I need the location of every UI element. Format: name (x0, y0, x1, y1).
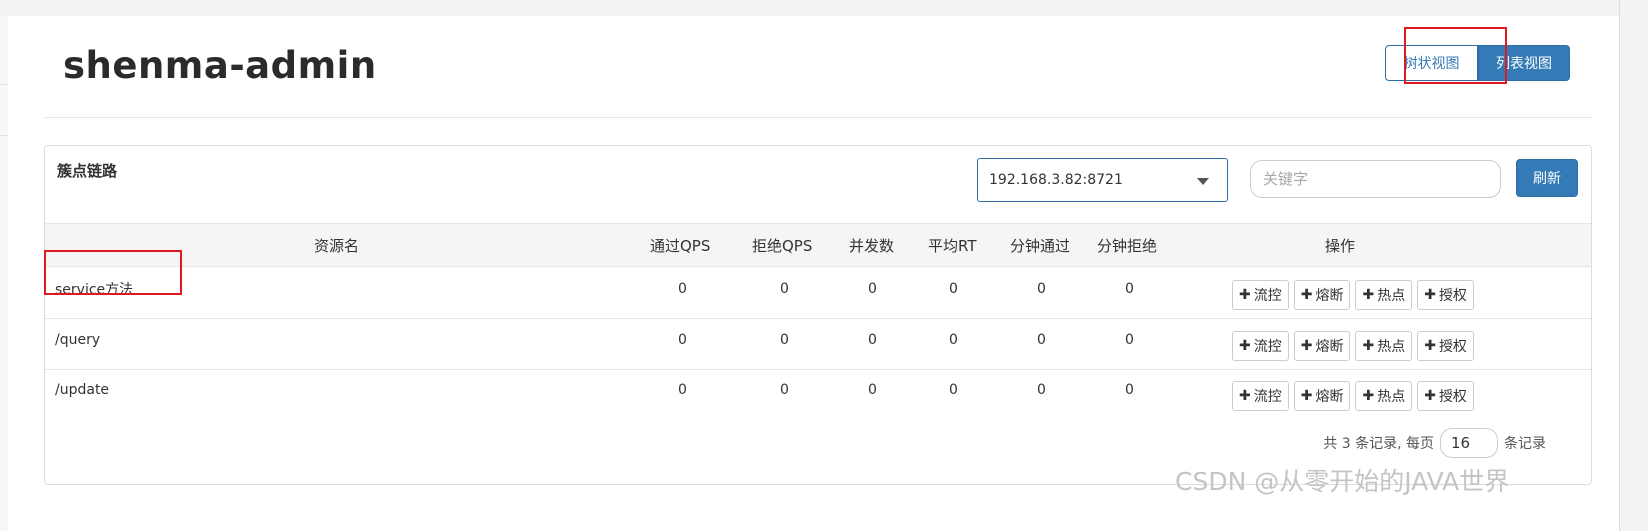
resource-name: /query (55, 332, 101, 348)
row-actions: ✚ 流控 ✚ 熔断 ✚ 热点 ✚ 授权 (1232, 331, 1474, 361)
hotspot-button[interactable]: ✚ 热点 (1355, 381, 1413, 411)
plus-icon: ✚ (1424, 388, 1436, 404)
left-sidebar-edge (0, 16, 8, 531)
plus-icon: ✚ (1300, 287, 1313, 303)
page-size-input[interactable] (1440, 428, 1498, 458)
column-header-resource: 资源名 (314, 236, 360, 255)
flow-control-button[interactable]: ✚ 流控 (1232, 280, 1289, 310)
machine-select[interactable]: 192.168.3.82:8721 (977, 158, 1228, 202)
column-header-minute-pass: 分钟通过 (1010, 236, 1071, 255)
block-qps-cell: 0 (780, 332, 789, 348)
plus-icon: ✚ (1239, 287, 1251, 303)
flow-control-label: 流控 (1253, 339, 1282, 355)
minute-block-cell: 0 (1125, 382, 1134, 398)
keyword-search-input[interactable] (1250, 160, 1501, 198)
machine-select-value: 192.168.3.82:8721 (989, 172, 1123, 188)
row-actions: ✚ 流控 ✚ 熔断 ✚ 热点 ✚ 授权 (1232, 280, 1474, 310)
block-qps-cell: 0 (780, 281, 789, 297)
title-divider (44, 117, 1592, 118)
plus-icon: ✚ (1239, 338, 1251, 354)
panel-title: 簇点链路 (57, 162, 118, 180)
pass-qps-cell: 0 (678, 382, 687, 398)
hotspot-label: 热点 (1377, 389, 1406, 405)
avg-rt-cell: 0 (949, 281, 958, 297)
refresh-button[interactable]: 刷新 (1516, 159, 1578, 197)
minute-pass-cell: 0 (1037, 332, 1046, 348)
column-header-actions: 操作 (1325, 236, 1356, 255)
authority-button[interactable]: ✚ 授权 (1417, 331, 1474, 361)
authority-label: 授权 (1438, 389, 1467, 405)
circuit-breaker-label: 熔断 (1315, 389, 1344, 405)
hotspot-label: 热点 (1377, 288, 1406, 304)
plus-icon: ✚ (1300, 388, 1313, 404)
avg-rt-cell: 0 (949, 382, 958, 398)
pagination-total-text: 共 3 条记录, 每页 (1323, 436, 1434, 452)
concurrency-cell: 0 (868, 281, 877, 297)
minute-pass-cell: 0 (1037, 382, 1046, 398)
circuit-breaker-button[interactable]: ✚ 熔断 (1293, 280, 1351, 310)
row-actions: ✚ 流控 ✚ 熔断 ✚ 热点 ✚ 授权 (1232, 381, 1474, 411)
table-header: 资源名 通过QPS 拒绝QPS 并发数 平均RT 分钟通过 分钟拒绝 操作 (45, 223, 1591, 267)
pagination: 共 3 条记录, 每页 条记录 (1323, 428, 1546, 458)
minute-block-cell: 0 (1125, 281, 1134, 297)
flow-control-button[interactable]: ✚ 流控 (1232, 381, 1289, 411)
right-divider (1619, 0, 1620, 531)
view-toggle-group: 树状视图 列表视图 (1385, 45, 1570, 81)
watermark: CSDN @从零开始的JAVA世界 (1175, 467, 1510, 496)
circuit-breaker-label: 熔断 (1315, 339, 1344, 355)
hotspot-label: 热点 (1377, 339, 1406, 355)
authority-button[interactable]: ✚ 授权 (1417, 280, 1474, 310)
plus-icon: ✚ (1424, 287, 1436, 303)
browser-top-strip (0, 0, 1648, 16)
authority-label: 授权 (1438, 339, 1467, 355)
authority-button[interactable]: ✚ 授权 (1417, 381, 1474, 411)
flow-control-button[interactable]: ✚ 流控 (1232, 331, 1289, 361)
block-qps-cell: 0 (780, 382, 789, 398)
flow-control-label: 流控 (1253, 389, 1282, 405)
column-header-avg-rt: 平均RT (928, 236, 977, 255)
list-view-button[interactable]: 列表视图 (1478, 45, 1570, 81)
minute-block-cell: 0 (1125, 332, 1134, 348)
circuit-breaker-button[interactable]: ✚ 熔断 (1293, 331, 1351, 361)
column-header-block-qps: 拒绝QPS (752, 236, 813, 255)
hotspot-button[interactable]: ✚ 热点 (1355, 280, 1413, 310)
concurrency-cell: 0 (868, 382, 877, 398)
circuit-breaker-button[interactable]: ✚ 熔断 (1293, 381, 1351, 411)
column-header-pass-qps: 通过QPS (650, 236, 711, 255)
circuit-breaker-label: 熔断 (1315, 288, 1344, 304)
column-header-concurrency: 并发数 (849, 236, 895, 255)
concurrency-cell: 0 (868, 332, 877, 348)
plus-icon: ✚ (1362, 388, 1375, 404)
authority-label: 授权 (1438, 288, 1467, 304)
table-row: /query 0 0 0 0 0 0 ✚ 流控 ✚ 熔断 ✚ 热点 ✚ 授权 (45, 318, 1591, 370)
resource-panel: 簇点链路 192.168.3.82:8721 刷新 资源名 通过QPS 拒绝QP… (44, 145, 1592, 485)
plus-icon: ✚ (1300, 338, 1313, 354)
avg-rt-cell: 0 (949, 332, 958, 348)
pass-qps-cell: 0 (678, 281, 687, 297)
right-gutter (1620, 0, 1648, 531)
table-row: /update 0 0 0 0 0 0 ✚ 流控 ✚ 熔断 ✚ 热点 ✚ 授权 (45, 368, 1591, 420)
plus-icon: ✚ (1362, 338, 1375, 354)
chevron-down-icon (1197, 178, 1209, 185)
table-row: service方法 0 0 0 0 0 0 ✚ 流控 ✚ 熔断 ✚ 热点 ✚ 授权 (45, 267, 1591, 319)
sidebar-edge-mark (0, 84, 8, 136)
plus-icon: ✚ (1362, 287, 1375, 303)
hotspot-button[interactable]: ✚ 热点 (1355, 331, 1413, 361)
tree-view-button[interactable]: 树状视图 (1385, 45, 1478, 81)
resource-name: service方法 (55, 282, 134, 298)
pass-qps-cell: 0 (678, 332, 687, 348)
resource-name: /update (55, 382, 110, 398)
pagination-suffix-text: 条记录 (1504, 436, 1546, 452)
page-title: shenma-admin (63, 44, 377, 87)
minute-pass-cell: 0 (1037, 281, 1046, 297)
flow-control-label: 流控 (1253, 288, 1282, 304)
plus-icon: ✚ (1239, 388, 1251, 404)
plus-icon: ✚ (1424, 338, 1436, 354)
column-header-minute-block: 分钟拒绝 (1097, 236, 1158, 255)
